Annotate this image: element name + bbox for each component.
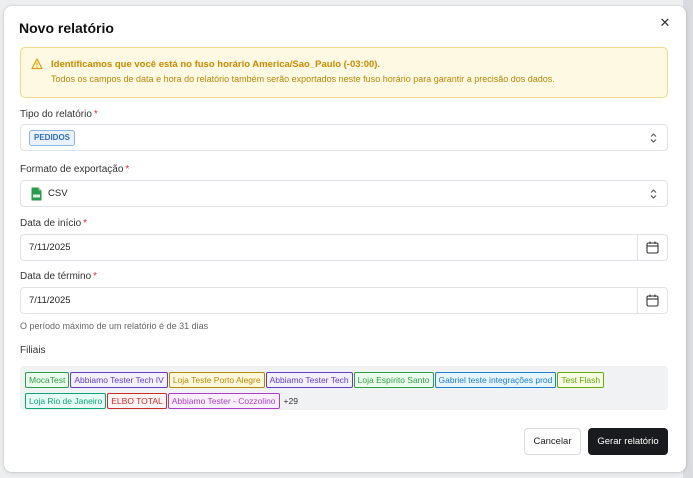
export-format-label-text: Formato de exportação [20,164,124,175]
branch-chip[interactable]: MocaTest [25,372,70,388]
chevron-up-down-icon [650,189,657,199]
chevron-up-down-icon [650,133,657,143]
report-type-tag: PEDIDOS [29,130,76,146]
export-format-value: CSV [48,188,68,199]
start-date-calendar-button[interactable] [637,235,667,260]
branch-chip[interactable]: Test Flash [557,372,605,388]
start-date-label-text: Data de início [20,218,82,229]
branch-chip[interactable]: Loja Rio de Janeiro [25,393,107,409]
timezone-alert: Identificamos que você está no fuso horá… [20,47,668,98]
csv-file-icon [31,187,42,201]
report-type-label-text: Tipo do relatório [20,109,92,120]
branches-more-count[interactable]: +29 [284,396,298,406]
cancel-button[interactable]: Cancelar [524,428,581,455]
branch-chip[interactable]: Loja Teste Porto Alegre [168,372,265,388]
end-date-calendar-button[interactable] [637,288,667,313]
calendar-icon [646,241,659,254]
branch-chip[interactable]: ELBO TOTAL [107,393,167,409]
start-date-label: Data de início * [20,218,87,229]
end-date-value: 7/11/2025 [29,295,71,306]
export-format-select[interactable]: CSV [20,180,668,207]
branches-multiselect[interactable]: MocaTest Abbiamo Tester Tech IV Loja Teste… [20,366,668,410]
branch-chip[interactable]: Gabriel teste integrações prod [434,372,557,388]
report-type-label: Tipo do relatório * [20,109,98,120]
branch-chip[interactable]: Abbiamo Tester - Cozzolino [167,393,280,409]
end-date-input[interactable]: 7/11/2025 [20,287,668,314]
branches-label: Filiais [20,345,46,356]
end-date-label: Data de término * [20,271,97,282]
generate-report-button[interactable]: Gerar relatório [588,428,668,455]
close-icon[interactable]: ✕ [658,16,672,30]
required-mark: * [125,164,130,175]
required-mark: * [93,109,98,120]
new-report-modal: Novo relatório ✕ Identificamos que você … [4,6,686,472]
alert-text: Todos os campos de data e hora do relató… [51,74,555,84]
end-date-label-text: Data de término [20,271,92,282]
required-mark: * [83,218,88,229]
start-date-value: 7/11/2025 [29,242,71,253]
required-mark: * [93,271,98,282]
start-date-input[interactable]: 7/11/2025 [20,234,668,261]
branch-chip[interactable]: Abbiamo Tester Tech IV [70,372,168,388]
period-helper-text: O período máximo de um relatório é de 31… [20,321,209,331]
alert-title: Identificamos que você está no fuso horá… [51,59,381,70]
report-type-select[interactable]: PEDIDOS [20,124,668,151]
branch-chip[interactable]: Abbiamo Tester Tech [265,372,353,388]
calendar-icon [646,294,659,307]
export-format-label: Formato de exportação * [20,164,129,175]
warning-triangle-icon [31,58,43,70]
modal-title: Novo relatório [19,20,114,36]
branch-chip[interactable]: Loja Espírito Santo [353,372,434,388]
